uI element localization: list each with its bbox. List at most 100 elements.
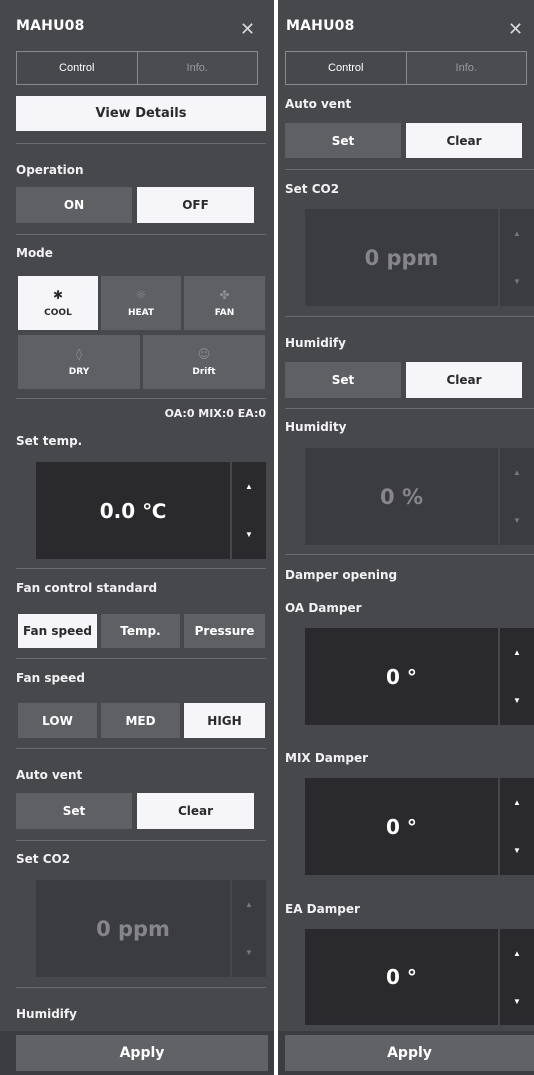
divider (285, 408, 534, 409)
decrement-arrow-icon[interactable]: ▼ (232, 929, 266, 978)
mode-cool-button[interactable]: ✱ COOL (18, 276, 98, 330)
oa-damper-stepper: 0 ° ▲ ▼ (305, 628, 534, 725)
mode-label-heat: HEAT (127, 308, 155, 318)
divider (16, 987, 266, 988)
humidity-label: Humidity (285, 420, 347, 434)
ea-damper-value[interactable]: 0 ° (305, 929, 498, 1025)
set-co2-arrows: ▲ ▼ (230, 880, 266, 977)
control-panel-left: MAHU08 ✕ Control Info. View Details Oper… (0, 0, 274, 1075)
fan-speed-med-button[interactable]: MED (101, 703, 180, 738)
divider (16, 748, 266, 749)
tab-info[interactable]: Info. (137, 52, 257, 84)
apply-button[interactable]: Apply (16, 1035, 268, 1071)
footer-bar: Apply (0, 1031, 274, 1075)
mode-label-fan: FAN (214, 308, 235, 318)
panel-title: MAHU08 (16, 18, 85, 34)
auto-vent-clear-button[interactable]: Clear (406, 123, 522, 158)
set-co2-stepper: 0 ppm ▲ ▼ (305, 209, 534, 306)
increment-arrow-icon[interactable]: ▲ (500, 778, 534, 827)
set-co2-value[interactable]: 0 ppm (305, 209, 498, 306)
decrement-arrow-icon[interactable]: ▼ (500, 977, 534, 1025)
water-drop-icon: ◊ (76, 347, 82, 361)
tab-bar: Control Info. (285, 51, 527, 85)
view-details-button[interactable]: View Details (16, 96, 266, 131)
increment-arrow-icon[interactable]: ▲ (232, 880, 266, 929)
set-co2-stepper: 0 ppm ▲ ▼ (36, 880, 266, 977)
mix-damper-arrows: ▲ ▼ (498, 778, 534, 875)
fan-control-pressure-button[interactable]: Pressure (184, 614, 265, 648)
auto-vent-clear-button[interactable]: Clear (137, 793, 254, 829)
snowflake-icon: ✱ (52, 288, 64, 302)
close-icon[interactable]: ✕ (508, 20, 523, 38)
mode-label-cool: COOL (44, 308, 72, 318)
fan-icon: ✤ (219, 288, 230, 302)
mix-damper-stepper: 0 ° ▲ ▼ (305, 778, 534, 875)
humidify-label: Humidify (285, 336, 346, 350)
panel-title: MAHU08 (286, 18, 355, 34)
auto-vent-set-button[interactable]: Set (16, 793, 132, 829)
decrement-arrow-icon[interactable]: ▼ (232, 511, 266, 560)
increment-arrow-icon[interactable]: ▲ (500, 448, 534, 497)
oa-damper-label: OA Damper (285, 601, 362, 615)
divider (285, 554, 534, 555)
set-co2-label: Set CO2 (285, 182, 340, 196)
set-temp-value[interactable]: 0.0 ℃ (36, 462, 230, 559)
divider (16, 234, 266, 235)
auto-vent-label: Auto vent (285, 97, 352, 111)
decrement-arrow-icon[interactable]: ▼ (500, 258, 534, 307)
ea-damper-arrows: ▲ ▼ (498, 929, 534, 1025)
decrement-arrow-icon[interactable]: ▼ (500, 677, 534, 726)
decrement-arrow-icon[interactable]: ▼ (500, 497, 534, 546)
fan-control-label: Fan control standard (16, 581, 158, 595)
decrement-arrow-icon[interactable]: ▼ (500, 827, 534, 876)
oa-damper-value[interactable]: 0 ° (305, 628, 498, 725)
tab-control[interactable]: Control (286, 52, 407, 84)
humidity-value[interactable]: 0 % (305, 448, 498, 545)
humidity-stepper: 0 % ▲ ▼ (305, 448, 534, 545)
mode-label-drift: Drift (192, 367, 216, 377)
divider (285, 316, 534, 317)
control-panel-right: MAHU08 ✕ Control Info. Auto vent Set Cle… (278, 0, 534, 1075)
footer-bar: Apply (278, 1031, 534, 1075)
ea-damper-label: EA Damper (285, 902, 360, 916)
humidify-set-button[interactable]: Set (285, 362, 401, 398)
set-co2-value[interactable]: 0 ppm (36, 880, 230, 977)
tab-control[interactable]: Control (17, 52, 138, 84)
divider (16, 398, 266, 399)
set-temp-label: Set temp. (16, 434, 83, 448)
divider (285, 169, 534, 170)
set-temp-arrows: ▲ ▼ (230, 462, 266, 559)
mode-drift-button[interactable]: ☺ Drift (143, 335, 265, 389)
mix-damper-value[interactable]: 0 ° (305, 778, 498, 875)
mode-dry-button[interactable]: ◊ DRY (18, 335, 140, 389)
auto-vent-label: Auto vent (16, 768, 83, 782)
humidify-clear-button[interactable]: Clear (406, 362, 522, 398)
mode-fan-button[interactable]: ✤ FAN (184, 276, 265, 330)
apply-button[interactable]: Apply (285, 1035, 534, 1071)
divider (16, 568, 266, 569)
increment-arrow-icon[interactable]: ▲ (500, 628, 534, 677)
damper-opening-label: Damper opening (285, 568, 398, 582)
increment-arrow-icon[interactable]: ▲ (232, 462, 266, 511)
tab-info[interactable]: Info. (406, 52, 526, 84)
tab-bar: Control Info. (16, 51, 258, 85)
drift-icon: ☺ (197, 347, 211, 361)
operation-off-button[interactable]: OFF (137, 187, 254, 223)
mix-damper-label: MIX Damper (285, 751, 369, 765)
close-icon[interactable]: ✕ (240, 20, 255, 38)
auto-vent-set-button[interactable]: Set (285, 123, 401, 158)
fan-speed-high-button[interactable]: HIGH (184, 703, 265, 738)
humidify-label: Humidify (16, 1007, 77, 1021)
fan-speed-low-button[interactable]: LOW (18, 703, 97, 738)
mode-heat-button[interactable]: ☼ HEAT (101, 276, 181, 330)
increment-arrow-icon[interactable]: ▲ (500, 209, 534, 258)
oa-damper-arrows: ▲ ▼ (498, 628, 534, 725)
fan-control-temp-button[interactable]: Temp. (101, 614, 180, 648)
fan-control-fan-speed-button[interactable]: Fan speed (18, 614, 97, 648)
sun-icon: ☼ (135, 288, 147, 302)
increment-arrow-icon[interactable]: ▲ (500, 929, 534, 977)
divider (16, 840, 266, 841)
damper-status: OA:0 MIX:0 EA:0 (164, 407, 266, 420)
operation-on-button[interactable]: ON (16, 187, 132, 223)
mode-label: Mode (16, 246, 53, 260)
